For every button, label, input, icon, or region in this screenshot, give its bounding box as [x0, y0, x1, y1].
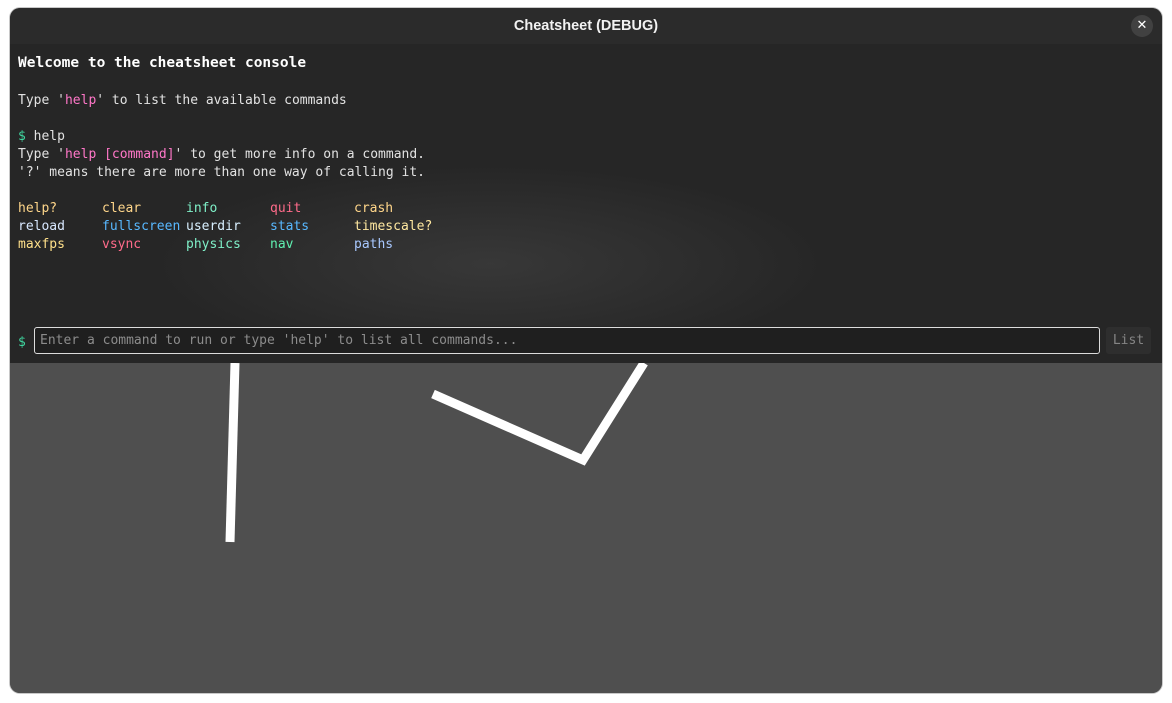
input-prompt-symbol: $ [18, 335, 26, 350]
command-reload[interactable]: reload [18, 218, 65, 236]
titlebar[interactable]: Cheatsheet (DEBUG) ✕ [10, 8, 1162, 44]
help-hint-suffix: ' to list the available commands [96, 93, 347, 108]
console-output: Welcome to the cheatsheet console Type '… [10, 44, 1162, 363]
command-input-row: $ List [10, 326, 1162, 363]
help-info-suffix: ' to get more info on a command. [174, 147, 425, 162]
window-title: Cheatsheet (DEBUG) [513, 18, 659, 34]
help-hint: Type 'help' to list the available comman… [18, 92, 347, 110]
command-maxfps[interactable]: maxfps [18, 236, 65, 254]
vertical-line-shape [225, 362, 240, 543]
help-note-line: '?' means there are more than one way of… [18, 165, 425, 180]
command-stats[interactable]: stats [270, 218, 309, 236]
command-vsync[interactable]: vsync [102, 236, 141, 254]
help-info-prefix: Type ' [18, 147, 65, 162]
close-button[interactable]: ✕ [1131, 15, 1153, 37]
app-window: Cheatsheet (DEBUG) ✕ Welcome to the chea… [10, 8, 1162, 693]
command-clear[interactable]: clear [102, 200, 141, 218]
command-quit[interactable]: quit [270, 200, 301, 218]
command-help[interactable]: help? [18, 200, 57, 218]
prompt-symbol: $ [18, 129, 26, 144]
command-physics[interactable]: physics [186, 236, 241, 254]
command-crash[interactable]: crash [354, 200, 393, 218]
entered-command: help [33, 129, 65, 144]
command-input[interactable] [34, 327, 1100, 354]
entered-command-line: $ help [18, 128, 65, 146]
command-userdir[interactable]: userdir [186, 218, 241, 236]
welcome-message: Welcome to the cheatsheet console [18, 55, 307, 71]
command-nav[interactable]: nav [270, 236, 293, 254]
help-info-keyword: help [command] [64, 147, 175, 162]
close-icon: ✕ [1136, 18, 1148, 33]
help-info-line: Type 'help [command]' to get more info o… [18, 146, 425, 164]
help-hint-keyword: help [64, 93, 97, 108]
list-button[interactable]: List [1106, 327, 1151, 354]
help-hint-prefix: Type ' [18, 93, 65, 108]
command-info[interactable]: info [186, 200, 217, 218]
command-paths[interactable]: paths [354, 236, 393, 254]
command-timescale[interactable]: timescale? [354, 218, 432, 236]
scene-lines [225, 360, 648, 543]
command-fullscreen[interactable]: fullscreen [102, 218, 180, 236]
game-viewport [10, 360, 1162, 693]
v-line-shape [431, 360, 648, 466]
